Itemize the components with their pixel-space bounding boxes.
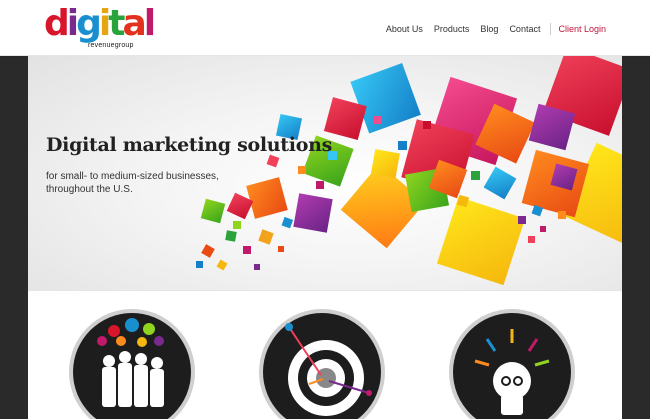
hero-banner: Digital marketing solutions for small- t… — [28, 56, 622, 290]
target-with-darts-icon — [285, 323, 372, 416]
people-speech-bubbles-icon — [97, 318, 164, 407]
feature-circle-idea[interactable] — [449, 309, 575, 419]
logo-tagline: revenuegroup — [88, 42, 134, 49]
right-gutter — [622, 55, 650, 418]
feature-circle-target[interactable] — [259, 309, 385, 419]
main-navigation: About Us Products Blog Contact Client Lo… — [375, 23, 606, 35]
nav-blog[interactable]: Blog — [480, 24, 498, 34]
hero-title: Digital marketing solutions — [46, 134, 332, 156]
lightbulb-idea-icon — [474, 329, 550, 415]
logo-wordmark: digital — [44, 3, 156, 44]
client-login-link[interactable]: Client Login — [558, 24, 606, 34]
site-header: digital revenuegroup About Us Products B… — [0, 0, 650, 56]
hero-subtitle: for small- to medium-sized businesses, t… — [46, 171, 219, 195]
nav-products[interactable]: Products — [434, 24, 470, 34]
nav-about-us[interactable]: About Us — [386, 24, 423, 34]
features-section — [28, 290, 622, 419]
nav-divider — [550, 23, 552, 35]
feature-circle-people[interactable] — [69, 309, 195, 419]
nav-contact[interactable]: Contact — [509, 24, 540, 34]
site-logo[interactable]: digital revenuegroup — [44, 4, 156, 50]
left-gutter — [0, 55, 28, 418]
